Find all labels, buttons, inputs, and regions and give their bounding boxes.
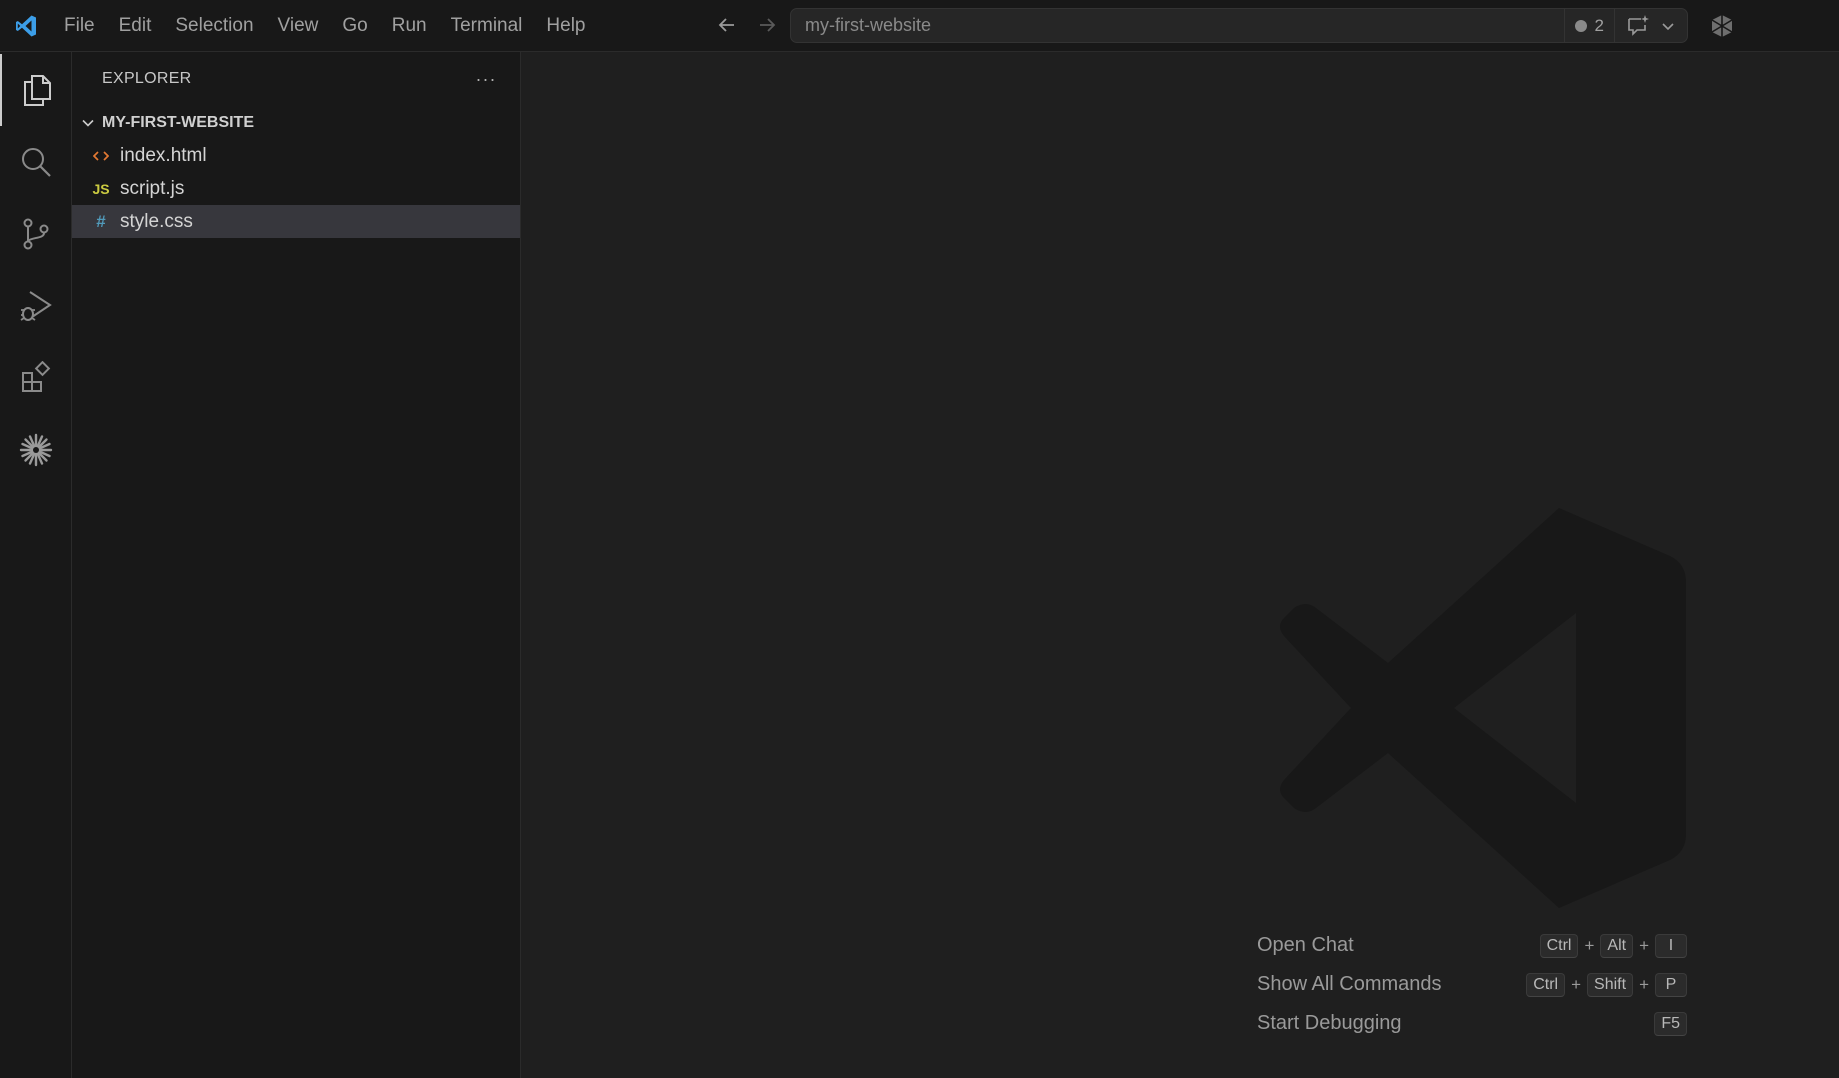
source-control-icon[interactable] [0,198,72,270]
command-center[interactable]: my-first-website 2 [790,8,1688,43]
folder-row[interactable]: MY-FIRST-WEBSITE [72,106,520,139]
sidebar-title: EXPLORER [102,70,192,87]
vscode-watermark-icon [1280,508,1686,908]
search-icon[interactable] [0,126,72,198]
key-cap: P [1655,972,1687,997]
file-name: script.js [120,177,185,199]
key-cap: F5 [1654,1011,1687,1036]
back-arrow-icon[interactable] [712,10,742,40]
chevron-down-icon [82,119,94,127]
file-item-index-html[interactable]: index.html [72,139,520,172]
notification-count: 2 [1594,15,1604,35]
run-debug-icon[interactable] [0,270,72,342]
key-plus: + [1639,935,1649,955]
chevron-down-icon[interactable] [1659,17,1677,35]
keybinding: F5 [1654,1011,1687,1036]
menu-bar: File Edit Selection View Go Run Terminal… [52,0,598,52]
title-bar: File Edit Selection View Go Run Terminal… [0,0,1839,52]
menu-go[interactable]: Go [330,9,379,43]
menu-run[interactable]: Run [380,9,439,43]
key-cap: Shift [1587,972,1634,997]
keybinding: Ctrl + Shift + P [1526,972,1687,997]
menu-edit[interactable]: Edit [107,9,164,43]
shortcut-label: Open Chat [1257,934,1354,956]
menu-view[interactable]: View [266,9,331,43]
key-plus: + [1571,974,1582,994]
activity-bar [0,52,72,1078]
file-item-style-css[interactable]: # style.css [72,205,520,238]
file-name: style.css [120,210,193,232]
key-plus: + [1639,974,1649,994]
explorer-icon[interactable] [0,54,72,126]
extensions-icon[interactable] [0,342,72,414]
chat-toggle[interactable] [1615,8,1687,43]
ai-sparkle-icon[interactable] [0,414,72,486]
menu-selection[interactable]: Selection [163,9,265,43]
chat-sparkle-icon [1628,14,1649,36]
shortcut-show-all-commands[interactable]: Show All Commands Ctrl + Shift + P [1257,965,1687,1004]
key-cap: Ctrl [1526,972,1566,997]
shortcut-label: Start Debugging [1257,1012,1402,1034]
forward-arrow-icon[interactable] [752,10,782,40]
menu-file[interactable]: File [52,9,107,43]
notifications-indicator[interactable]: 2 [1565,8,1614,43]
key-plus: + [1584,935,1595,955]
file-item-script-js[interactable]: JS script.js [72,172,520,205]
file-name: index.html [120,144,207,166]
menu-terminal[interactable]: Terminal [439,9,535,43]
menu-help[interactable]: Help [534,9,597,43]
shortcut-label: Show All Commands [1257,973,1442,995]
editor-area: Open Chat Ctrl + Alt + I Show All Comman… [522,52,1839,1078]
command-center-label: my-first-website [805,15,932,35]
copilot-account-icon[interactable] [1708,12,1736,40]
key-cap: Alt [1600,933,1634,958]
explorer-sidebar: EXPLORER ··· MY-FIRST-WEBSITE index.html… [72,52,521,1078]
key-cap: Ctrl [1539,933,1579,958]
shortcut-start-debugging[interactable]: Start Debugging F5 [1257,1004,1687,1043]
sidebar-header: EXPLORER ··· [72,52,520,106]
css-file-icon: # [96,211,106,231]
circle-dot-icon [1574,19,1587,32]
keybinding: Ctrl + Alt + I [1539,933,1687,958]
more-actions-icon[interactable]: ··· [472,69,500,90]
vscode-logo-icon[interactable] [0,0,52,52]
navigation-arrows [712,10,782,40]
shortcut-list: Open Chat Ctrl + Alt + I Show All Comman… [1257,926,1687,1043]
folder-name: MY-FIRST-WEBSITE [102,113,254,131]
js-file-icon: JS [92,180,110,197]
html-file-icon [90,149,112,163]
key-cap: I [1655,933,1687,958]
shortcut-open-chat[interactable]: Open Chat Ctrl + Alt + I [1257,926,1687,965]
